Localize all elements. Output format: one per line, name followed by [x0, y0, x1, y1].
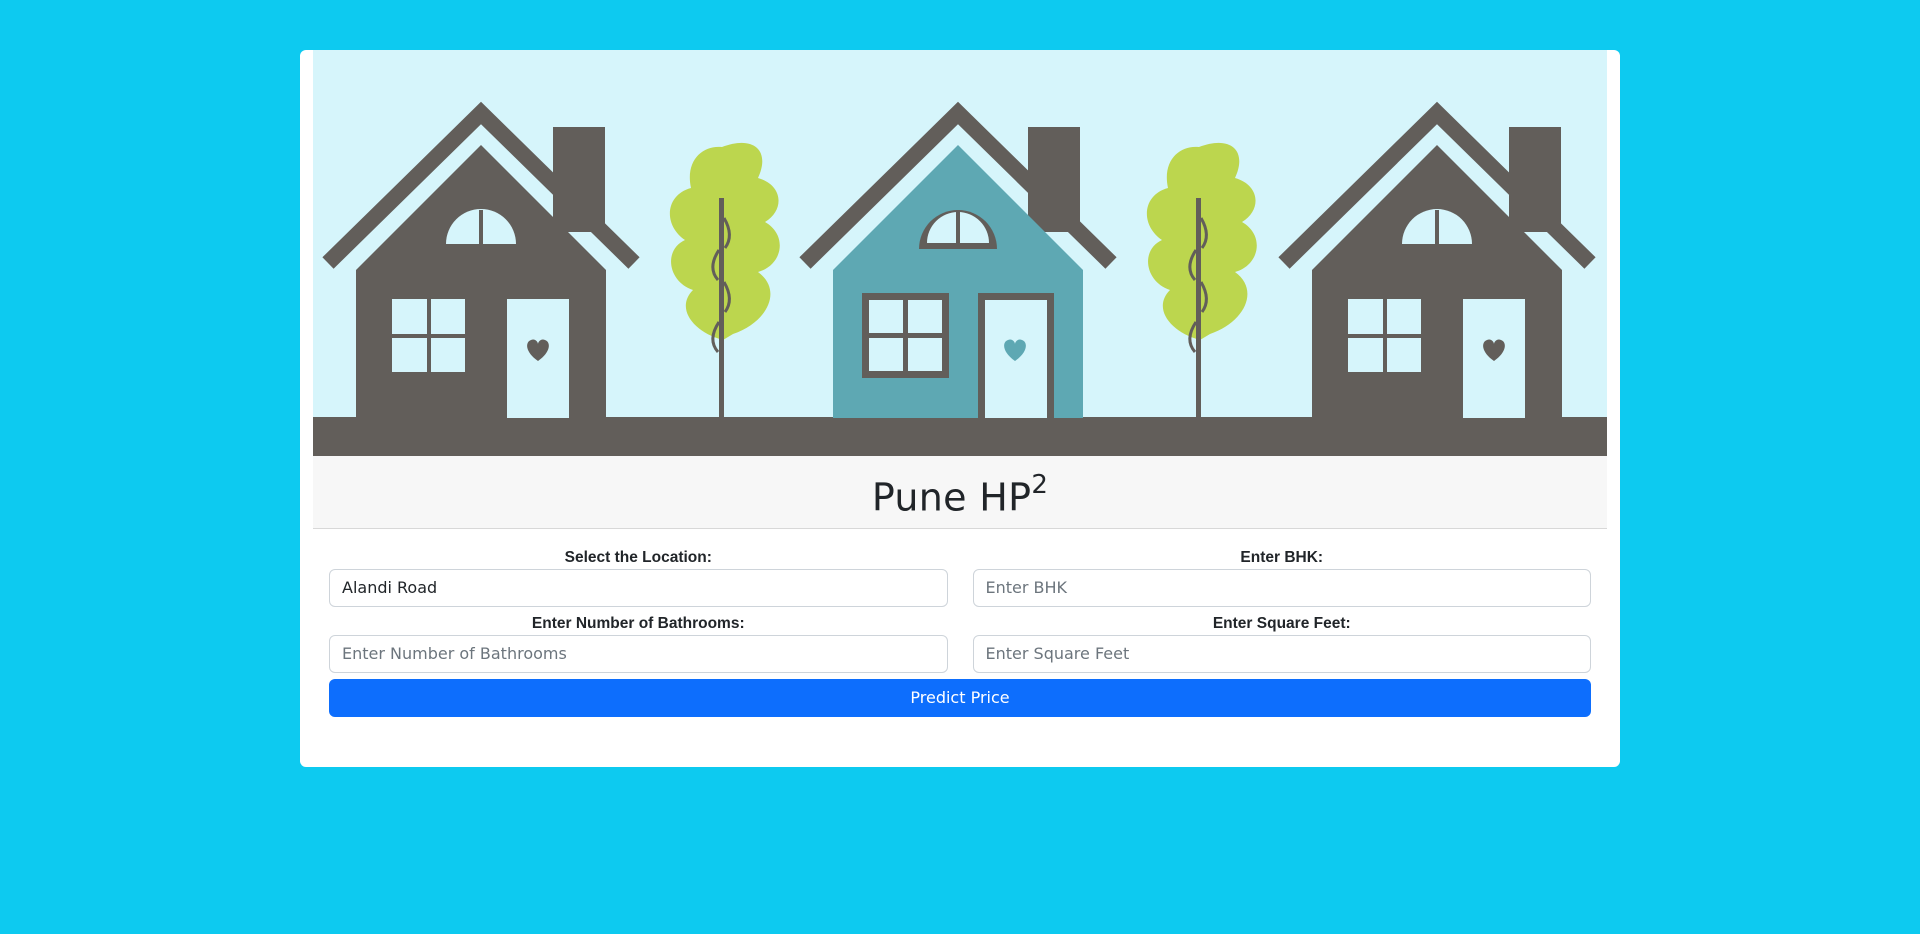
bhk-input[interactable]: Enter BHK: [972, 569, 1591, 607]
bathrooms-input[interactable]: Enter Number of Bathrooms: [329, 635, 948, 673]
location-select[interactable]: Alandi Road: [329, 569, 948, 607]
page-title-superscript: 2: [1031, 470, 1049, 501]
houses-banner-image: [313, 50, 1607, 456]
sqft-input[interactable]: Enter Square Feet: [972, 635, 1591, 673]
bhk-label: Enter BHK:: [1240, 549, 1324, 566]
page-title-text: Pune HP: [871, 475, 1032, 520]
page-title: Pune HP2: [871, 470, 1048, 520]
location-label: Select the Location:: [564, 549, 712, 566]
title-bar: Pune HP2: [313, 456, 1607, 529]
main-card: Pune HP2 Select the Location: Alandi Roa…: [300, 50, 1620, 767]
bathrooms-label: Enter Number of Bathrooms:: [531, 615, 745, 632]
predict-price-button[interactable]: Predict Price: [329, 679, 1591, 717]
sqft-label: Enter Square Feet:: [1212, 615, 1351, 632]
prediction-form: Select the Location: Alandi Road Enter B…: [329, 547, 1591, 717]
